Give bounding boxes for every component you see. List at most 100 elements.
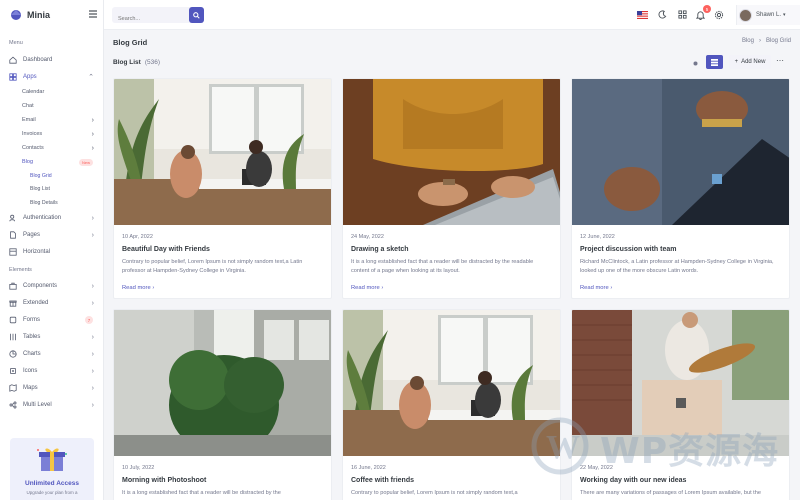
read-more-link[interactable]: Read more › <box>351 285 383 291</box>
flag-us-icon[interactable] <box>637 9 648 20</box>
home-icon <box>9 56 17 64</box>
svg-text:W: W <box>546 429 580 466</box>
read-more-link[interactable]: Read more › <box>122 285 154 291</box>
search-input[interactable] <box>112 11 182 27</box>
sidebar-item-multi-level[interactable]: Multi Level › <box>0 397 103 414</box>
chevron-right-icon: › <box>91 367 94 375</box>
sidebar-item-label: Email <box>22 117 36 123</box>
post-image[interactable] <box>343 79 561 225</box>
blog-list-title: Blog List <box>113 59 141 66</box>
sidebar-item-chat[interactable]: Chat <box>0 99 103 113</box>
sidebar-item-pages[interactable]: Pages › <box>0 227 103 244</box>
chevron-right-icon: › <box>91 144 94 152</box>
sidebar-item-label: Maps <box>23 385 38 391</box>
briefcase-icon <box>9 282 17 290</box>
sidebar-item-contacts[interactable]: Contacts › <box>0 141 103 155</box>
blog-card: 12 June, 2022 Project discussion with te… <box>571 78 790 299</box>
gift-box-icon <box>37 448 67 471</box>
hamburger-icon[interactable] <box>88 9 98 19</box>
post-date: 16 June, 2022 <box>351 465 386 471</box>
sidebar-item-label: Blog Details <box>30 199 58 206</box>
post-date: 24 May, 2022 <box>351 234 384 240</box>
sidebar-item-label: Calendar <box>22 89 45 95</box>
sidebar-item-label: Charts <box>23 351 41 357</box>
chevron-right-icon: › <box>152 285 155 291</box>
sidebar-item-blog[interactable]: Blog New <box>0 155 103 169</box>
logo-icon <box>11 10 21 20</box>
add-new-label: Add New <box>741 59 766 65</box>
sidebar-item-label: Extended <box>23 300 49 306</box>
post-date: 10 Apr, 2022 <box>122 234 153 240</box>
grid-view-icon <box>711 58 718 66</box>
sidebar-item-label: Contacts <box>22 145 44 151</box>
post-image[interactable] <box>572 79 790 225</box>
post-excerpt: Richard McClintock, a Latin professor at… <box>580 259 774 274</box>
file-icon <box>10 231 16 239</box>
sidebar-item-email[interactable]: Email › <box>0 113 103 127</box>
sidebar-item-authentication[interactable]: Authentication › <box>0 210 103 227</box>
sidebar-item-label: Blog List <box>30 186 50 193</box>
sidebar-item-components[interactable]: Components › <box>0 278 103 295</box>
sidebar-item-charts[interactable]: Charts › <box>0 346 103 363</box>
new-badge: New <box>78 158 93 166</box>
sidebar-item-blog-details[interactable]: Blog Details <box>0 196 103 210</box>
sidebar-item-label: Apps <box>23 73 37 80</box>
upgrade-promo: Unlimited Access Upgrade your plan from … <box>10 438 94 500</box>
sidebar-item-blog-list[interactable]: Blog List <box>0 183 103 197</box>
more-options-icon[interactable]: ⋯ <box>776 56 784 65</box>
sidebar-item-label: Chat <box>22 103 34 109</box>
user-menu[interactable]: Shawn L. ▾ <box>736 5 800 25</box>
grid-view-button[interactable] <box>706 55 723 69</box>
box-icon <box>9 316 17 324</box>
moon-icon[interactable] <box>657 9 668 20</box>
post-title[interactable]: Coffee with friends <box>351 477 552 484</box>
notification-badge: 5 <box>703 5 711 13</box>
apps-grid-icon[interactable] <box>677 9 688 20</box>
bell-icon[interactable]: 5 <box>695 5 711 20</box>
chevron-up-icon: ⌃ <box>88 73 94 81</box>
map-icon <box>9 384 17 392</box>
read-more-label: Read more <box>351 285 380 291</box>
chevron-right-icon: › <box>91 282 94 290</box>
sidebar-item-dashboard[interactable]: Dashboard <box>0 51 103 68</box>
post-title[interactable]: Morning with Photoshoot <box>122 477 323 484</box>
search-button[interactable] <box>189 7 204 23</box>
add-new-button[interactable]: + Add New <box>729 55 771 69</box>
list-view-button[interactable] <box>690 58 700 68</box>
chevron-right-icon: › <box>610 285 613 291</box>
chevron-right-icon: › <box>91 116 94 124</box>
search-box <box>112 7 204 27</box>
share-icon <box>9 401 17 409</box>
chevron-right-icon: › <box>91 214 94 222</box>
sidebar: Minia Menu Dashboard Apps ⌃ Calendar Cha… <box>0 0 104 500</box>
sidebar-item-label: Blog Grid <box>30 172 52 179</box>
post-title[interactable]: Drawing a sketch <box>351 246 552 253</box>
sidebar-item-label: Blog <box>22 159 34 165</box>
post-date: 10 July, 2022 <box>122 465 155 471</box>
settings-gear-icon[interactable] <box>713 9 724 20</box>
blog-list-heading: Blog List (536) <box>113 59 160 66</box>
post-title[interactable]: Beautiful Day with Friends <box>122 246 323 253</box>
search-icon <box>193 11 200 19</box>
sidebar-item-blog-grid[interactable]: Blog Grid <box>0 169 103 183</box>
chevron-right-icon: › <box>91 333 94 341</box>
sidebar-item-extended[interactable]: Extended › <box>0 295 103 312</box>
sidebar-item-horizontal[interactable]: Horizontal <box>0 244 103 261</box>
sidebar-item-tables[interactable]: Tables › <box>0 329 103 346</box>
read-more-link[interactable]: Read more › <box>580 285 612 291</box>
chevron-right-icon: › <box>381 285 384 291</box>
breadcrumb-item-blog[interactable]: Blog <box>742 38 754 44</box>
post-image[interactable] <box>114 310 332 456</box>
breadcrumb-item-current: Blog Grid <box>765 38 791 44</box>
topbar: 5 Shawn L. ▾ <box>89 0 800 30</box>
sidebar-item-label: Icons <box>23 368 38 374</box>
sidebar-item-calendar[interactable]: Calendar <box>0 85 103 99</box>
post-image[interactable] <box>114 79 332 225</box>
post-excerpt: Contrary to popular belief, Lorem Ipsum … <box>351 490 518 496</box>
sidebar-item-icons[interactable]: Icons › <box>0 363 103 380</box>
sidebar-item-maps[interactable]: Maps › <box>0 380 103 397</box>
post-title[interactable]: Project discussion with team <box>580 246 781 253</box>
sidebar-item-apps[interactable]: Apps ⌃ <box>0 68 103 85</box>
sidebar-item-forms[interactable]: Forms 7 <box>0 312 103 329</box>
sidebar-item-invoices[interactable]: Invoices › <box>0 127 103 141</box>
